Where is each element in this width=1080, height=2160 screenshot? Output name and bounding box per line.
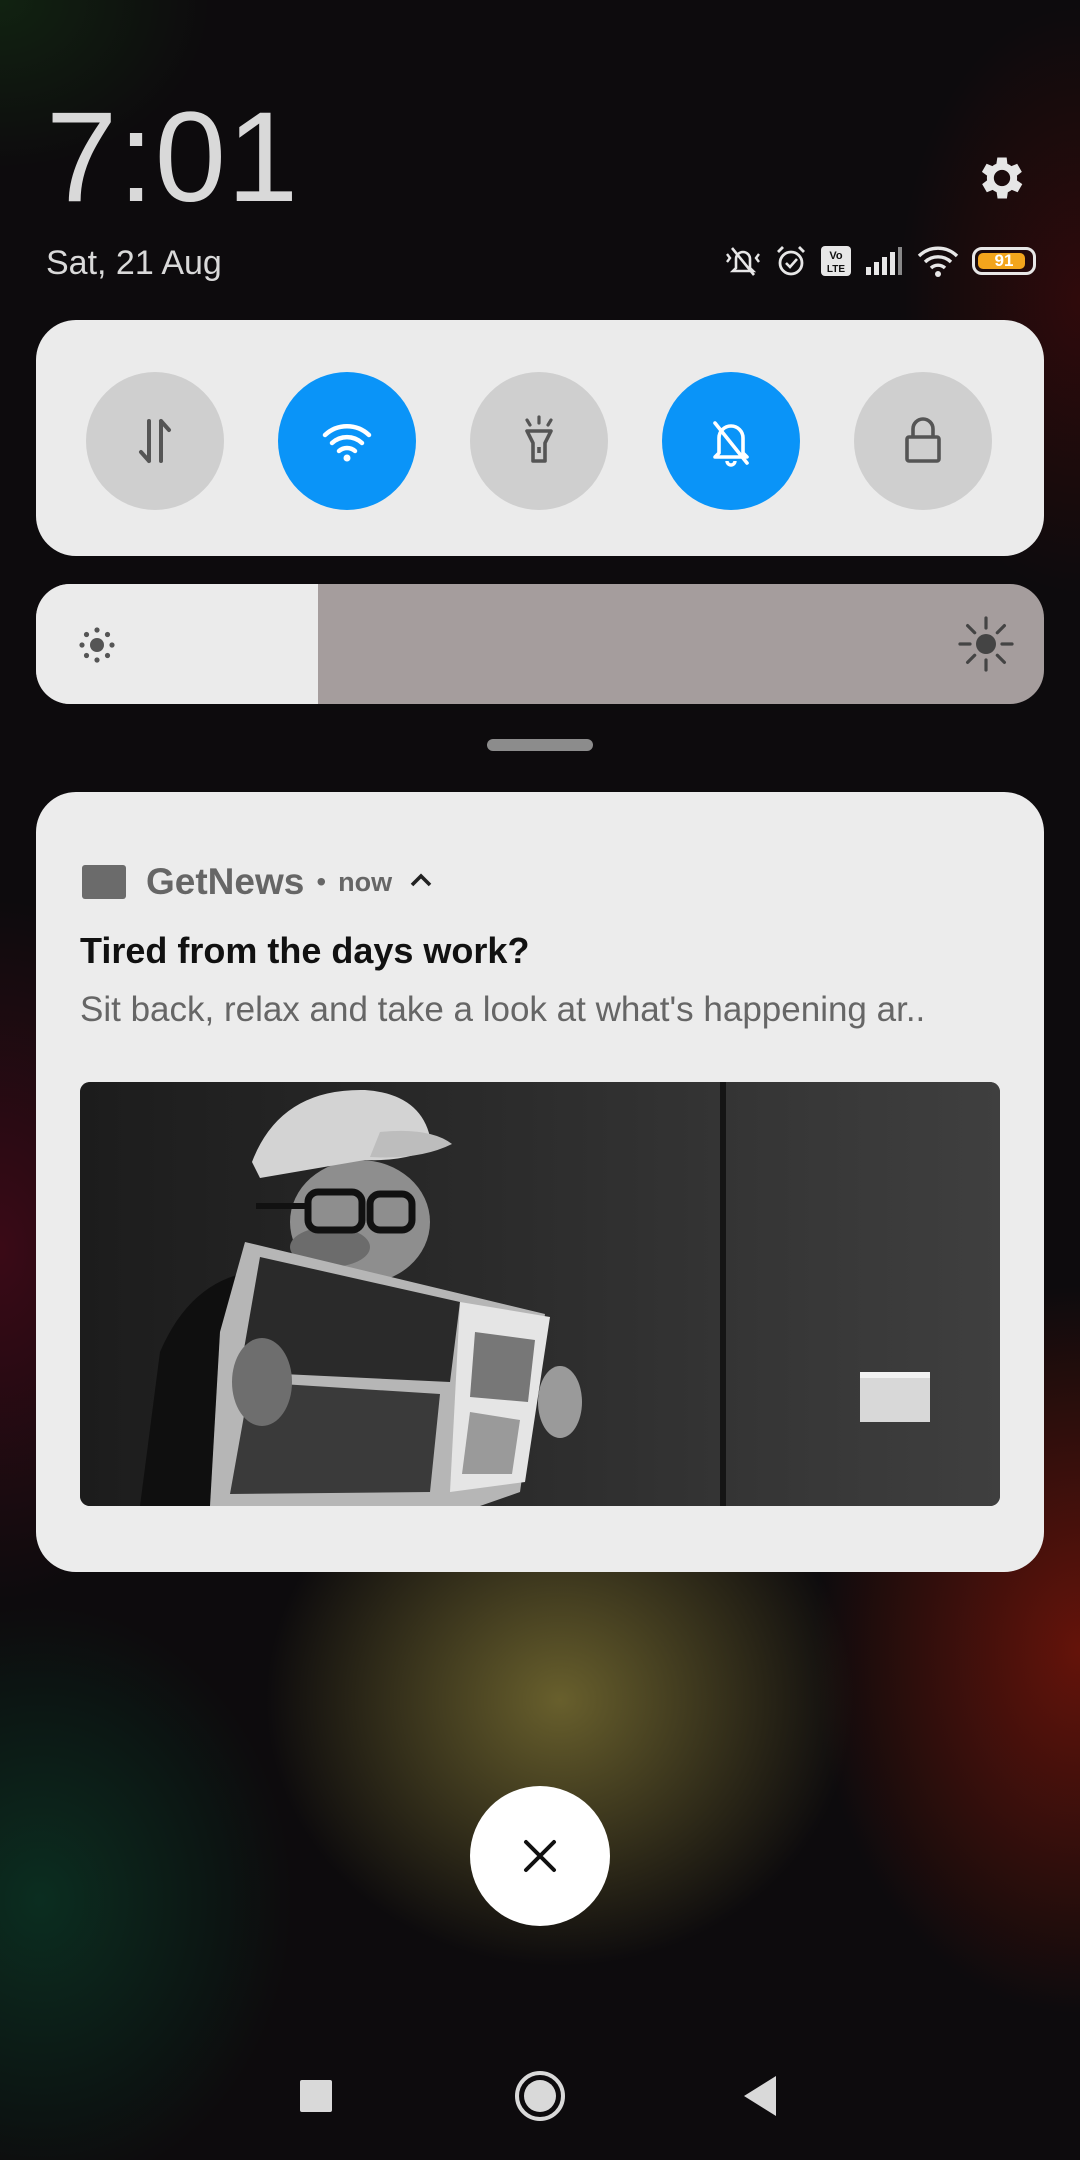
brightness-slider[interactable] — [36, 584, 1044, 704]
close-icon — [524, 1840, 556, 1872]
brightness-low-icon — [74, 622, 120, 673]
volte-icon: Vo LTE — [820, 245, 852, 277]
clock: 7:01 — [46, 86, 300, 229]
app-name: GetNews — [146, 861, 305, 902]
alarm-icon — [774, 244, 808, 278]
settings-gear-icon[interactable] — [974, 150, 1030, 206]
wifi-icon — [916, 244, 960, 278]
wifi-icon — [322, 424, 372, 462]
notification-body: Sit back, relax and take a look at what'… — [80, 990, 926, 1029]
home-button[interactable] — [514, 2070, 566, 2122]
toggle-flashlight[interactable] — [470, 372, 608, 510]
toggle-silent[interactable] — [662, 372, 800, 510]
square-icon — [300, 2080, 332, 2112]
battery-level: 91 — [994, 251, 1014, 270]
notification-time: now — [338, 866, 393, 897]
panel-drag-handle[interactable] — [487, 739, 593, 751]
separator-dot: • — [316, 866, 327, 897]
lock-icon — [905, 417, 941, 463]
battery-icon: 91 — [972, 247, 1036, 275]
flashlight-icon — [525, 415, 553, 463]
svg-text:Vo: Vo — [829, 250, 843, 262]
back-button[interactable] — [740, 2074, 780, 2118]
date: Sat, 21 Aug — [46, 244, 222, 282]
circle-icon — [515, 2071, 565, 2121]
notification-title: Tired from the days work? — [80, 930, 530, 971]
collapse-chevron-icon[interactable] — [408, 870, 434, 895]
recents-button[interactable] — [300, 2080, 332, 2112]
status-icons: Vo LTE 91 — [724, 244, 1036, 278]
data-arrows-icon — [139, 419, 171, 463]
man-reading-newspaper-photo — [80, 1082, 1000, 1506]
signal-icon — [864, 245, 904, 277]
quick-settings-panel — [36, 320, 1044, 556]
clear-notifications-button[interactable] — [470, 1786, 610, 1926]
toggle-mobile-data[interactable] — [86, 372, 224, 510]
svg-text:LTE: LTE — [827, 264, 845, 275]
notification-card[interactable]: GetNews • now Tired from the days work? … — [36, 792, 1044, 1572]
vibrate-silent-icon — [724, 244, 762, 278]
brightness-high-icon — [956, 614, 1016, 679]
triangle-back-icon — [744, 2076, 776, 2116]
app-icon — [82, 865, 126, 899]
notification-header: GetNews • now — [82, 858, 434, 906]
toggle-lock-screen[interactable] — [854, 372, 992, 510]
toggle-wifi[interactable] — [278, 372, 416, 510]
bell-off-icon — [713, 421, 749, 467]
